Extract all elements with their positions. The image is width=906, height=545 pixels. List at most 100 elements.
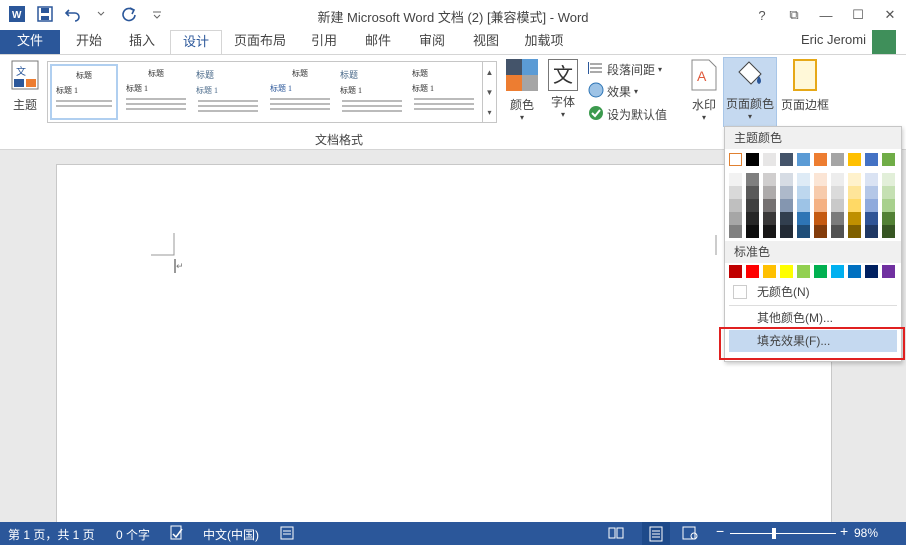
standard-color-swatch[interactable] <box>729 265 742 278</box>
style-set-thumbnail[interactable]: 标题 标题 1 <box>50 64 118 120</box>
web-layout-icon[interactable] <box>682 526 698 543</box>
shade-swatch[interactable] <box>848 173 861 186</box>
maximize-button[interactable]: ☐ <box>842 0 874 30</box>
shade-swatch[interactable] <box>780 212 793 225</box>
shade-swatch[interactable] <box>746 199 759 212</box>
zoom-slider[interactable] <box>730 533 836 534</box>
gallery-down-icon[interactable]: ▼ <box>483 82 496 102</box>
shade-swatch[interactable] <box>780 199 793 212</box>
shade-swatch[interactable] <box>831 199 844 212</box>
shade-swatch[interactable] <box>797 199 810 212</box>
standard-color-swatch[interactable] <box>882 265 895 278</box>
page-borders-button[interactable]: 页面边框 <box>778 59 832 113</box>
shade-swatch[interactable] <box>797 186 810 199</box>
colors-button[interactable]: 颜色 ▾ <box>502 59 542 122</box>
gallery-up-icon[interactable]: ▲ <box>483 62 496 82</box>
standard-color-swatch[interactable] <box>797 265 810 278</box>
shade-swatch[interactable] <box>797 212 810 225</box>
shade-swatch[interactable] <box>865 212 878 225</box>
standard-color-swatch[interactable] <box>780 265 793 278</box>
themes-button[interactable]: 文 主题 <box>6 59 44 113</box>
tab-mailings[interactable]: 邮件 <box>352 30 404 54</box>
shade-swatch[interactable] <box>814 199 827 212</box>
theme-color-swatch[interactable] <box>848 153 861 166</box>
standard-color-swatch[interactable] <box>865 265 878 278</box>
shade-swatch[interactable] <box>746 212 759 225</box>
standard-color-swatch[interactable] <box>848 265 861 278</box>
shade-swatch[interactable] <box>831 212 844 225</box>
avatar[interactable] <box>872 30 896 54</box>
standard-color-swatch[interactable] <box>831 265 844 278</box>
shade-swatch[interactable] <box>763 199 776 212</box>
shade-swatch[interactable] <box>814 173 827 186</box>
shade-swatch[interactable] <box>865 186 878 199</box>
zoom-level[interactable]: 98% <box>854 526 878 540</box>
minimize-button[interactable]: — <box>810 0 842 30</box>
shade-swatch[interactable] <box>882 173 895 186</box>
zoom-out-button[interactable]: − <box>716 523 724 539</box>
no-color-item[interactable]: 无颜色(N) <box>729 281 897 303</box>
macro-icon[interactable] <box>280 526 294 543</box>
standard-color-swatch[interactable] <box>746 265 759 278</box>
close-button[interactable]: ✕ <box>874 0 906 30</box>
theme-color-swatch[interactable] <box>763 153 776 166</box>
shade-swatch[interactable] <box>729 186 742 199</box>
shade-swatch[interactable] <box>780 225 793 238</box>
theme-color-swatch[interactable] <box>780 153 793 166</box>
shade-swatch[interactable] <box>763 212 776 225</box>
read-mode-icon[interactable] <box>608 526 624 543</box>
shade-swatch[interactable] <box>865 199 878 212</box>
user-name[interactable]: Eric Jeromi <box>801 32 866 47</box>
tab-home[interactable]: 开始 <box>62 30 116 54</box>
shade-swatch[interactable] <box>831 225 844 238</box>
help-button[interactable]: ? <box>746 0 778 30</box>
document-page[interactable]: ↵ <box>56 164 832 522</box>
shade-swatch[interactable] <box>763 186 776 199</box>
shade-swatch[interactable] <box>848 186 861 199</box>
watermark-button[interactable]: A 水印 ▾ <box>686 59 722 122</box>
shade-swatch[interactable] <box>746 173 759 186</box>
print-layout-icon[interactable] <box>642 522 670 545</box>
theme-color-swatch[interactable] <box>865 153 878 166</box>
style-set-thumbnail[interactable]: 标题 标题 1 <box>266 64 334 120</box>
style-set-thumbnail[interactable]: 标题 标题 1 <box>194 64 262 120</box>
shade-swatch[interactable] <box>882 212 895 225</box>
tab-file[interactable]: 文件 <box>0 30 60 54</box>
style-set-thumbnail[interactable]: 标题 标题 1 <box>410 64 478 120</box>
fonts-button[interactable]: 文 字体 ▾ <box>545 59 581 119</box>
shade-swatch[interactable] <box>746 186 759 199</box>
page-color-button[interactable]: 页面颜色 ▾ <box>723 57 777 127</box>
paragraph-spacing-button[interactable]: 段落间距 ▾ <box>587 59 662 79</box>
more-colors-item[interactable]: 其他颜色(M)... <box>729 307 897 329</box>
theme-color-swatch[interactable] <box>729 153 742 166</box>
shade-swatch[interactable] <box>831 186 844 199</box>
shade-swatch[interactable] <box>848 212 861 225</box>
document-formatting-gallery[interactable]: 标题 标题 1 标题 标题 1 标题 标题 1 标题 标题 1 标题 标题 1 … <box>47 61 497 123</box>
style-set-thumbnail[interactable]: 标题 标题 1 <box>338 64 406 120</box>
shade-swatch[interactable] <box>814 186 827 199</box>
zoom-in-button[interactable]: + <box>840 523 848 539</box>
word-count[interactable]: 0 个字 <box>116 526 150 543</box>
shade-swatch[interactable] <box>797 173 810 186</box>
shade-swatch[interactable] <box>729 225 742 238</box>
theme-color-swatch[interactable] <box>882 153 895 166</box>
shade-swatch[interactable] <box>882 186 895 199</box>
language[interactable]: 中文(中国) <box>203 526 259 543</box>
shade-swatch[interactable] <box>848 199 861 212</box>
tab-addins[interactable]: 加载项 <box>514 30 574 54</box>
tab-design[interactable]: 设计 <box>170 30 222 55</box>
theme-color-swatch[interactable] <box>831 153 844 166</box>
tab-page-layout[interactable]: 页面布局 <box>224 30 296 54</box>
theme-color-swatch[interactable] <box>746 153 759 166</box>
shade-swatch[interactable] <box>814 225 827 238</box>
theme-color-swatch[interactable] <box>814 153 827 166</box>
ribbon-display-options-button[interactable]: ⧉ <box>778 0 810 30</box>
page-count[interactable]: 第 1 页，共 1 页 <box>8 526 95 543</box>
gallery-more-icon[interactable]: ▾ <box>483 102 496 122</box>
tab-insert[interactable]: 插入 <box>116 30 168 54</box>
shade-swatch[interactable] <box>848 225 861 238</box>
tab-review[interactable]: 审阅 <box>406 30 458 54</box>
effects-button[interactable]: 效果 ▾ <box>588 81 638 101</box>
shade-swatch[interactable] <box>865 225 878 238</box>
zoom-slider-thumb[interactable] <box>772 528 776 539</box>
